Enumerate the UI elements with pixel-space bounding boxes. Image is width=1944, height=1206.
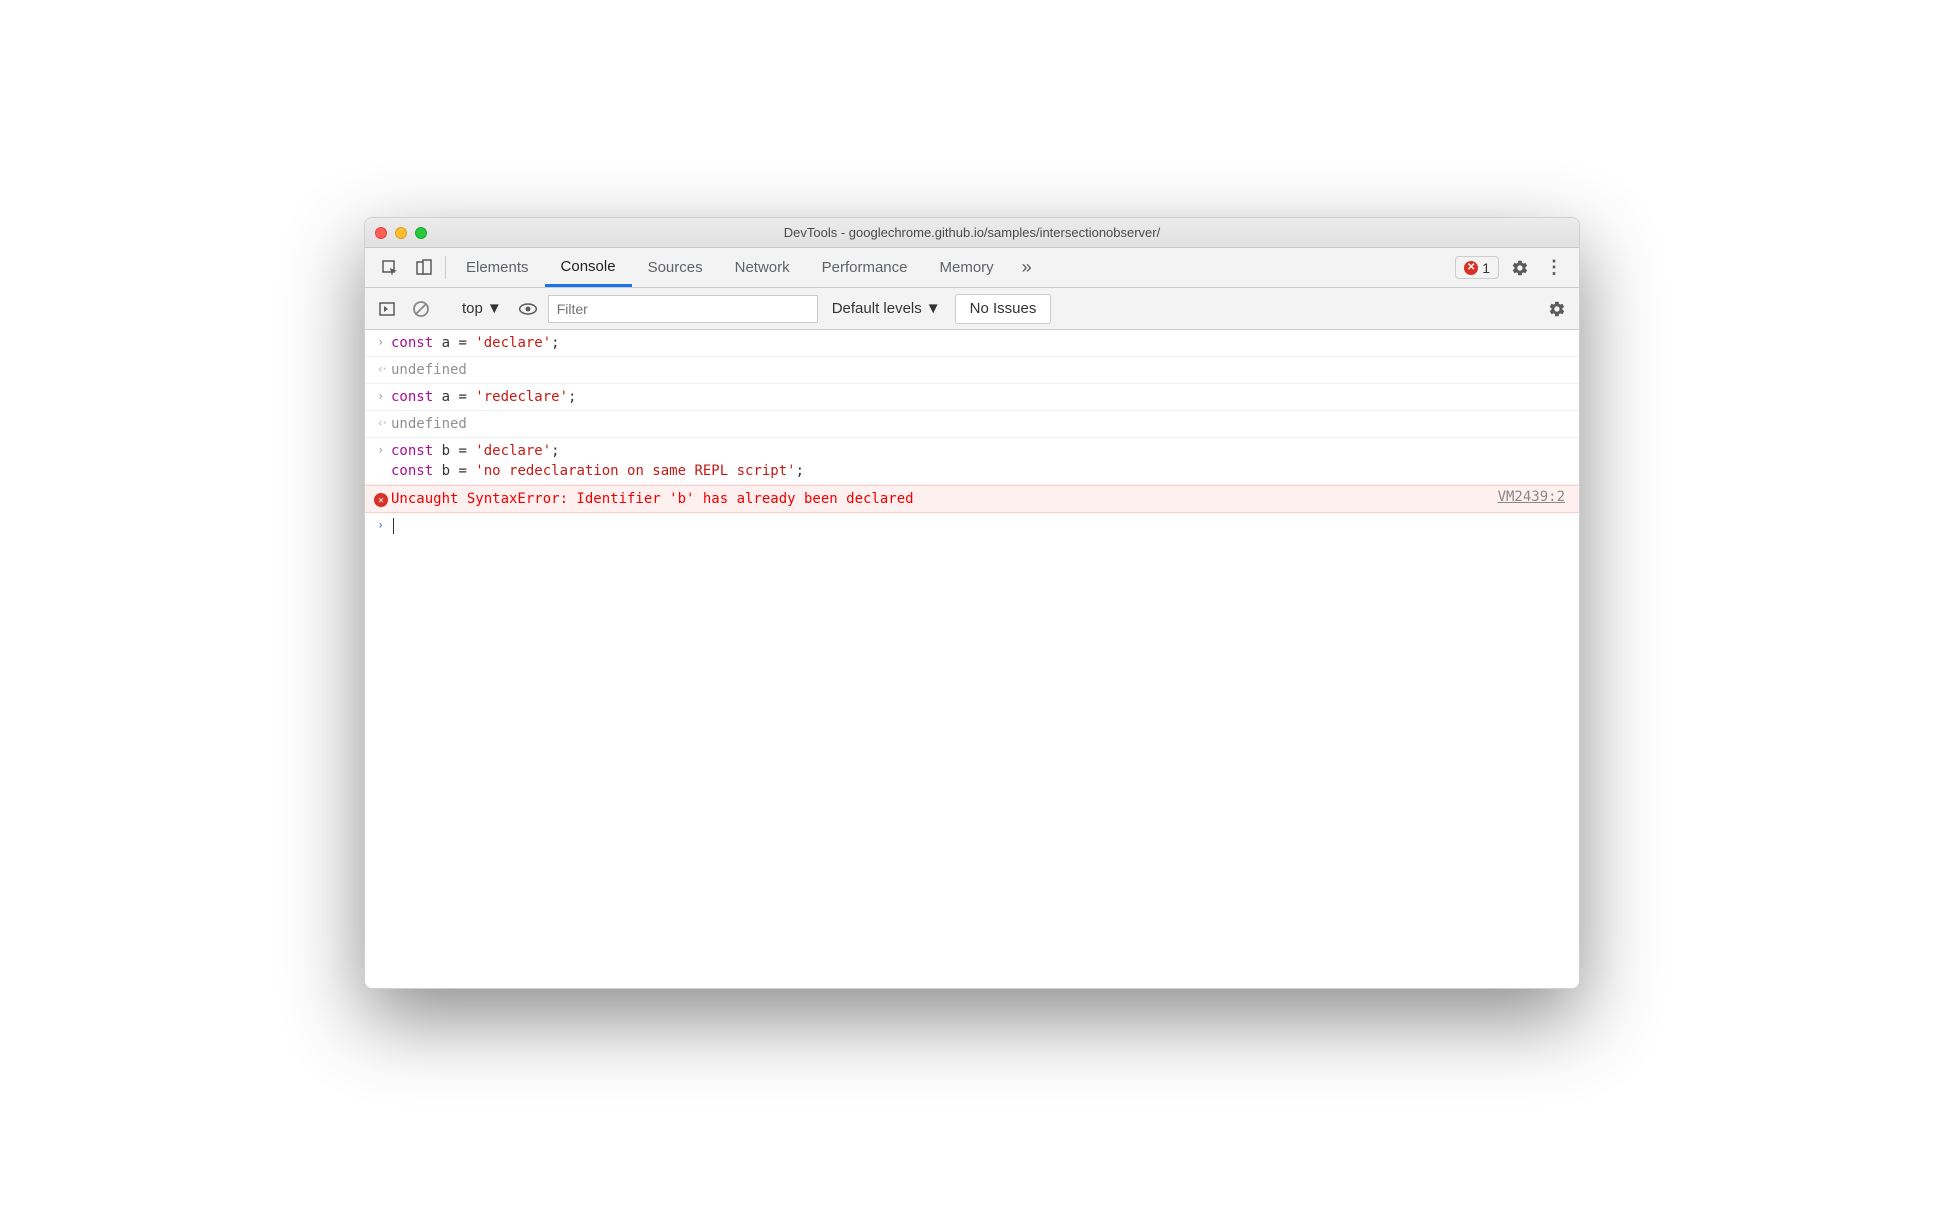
row-content: undefined [391,414,1569,434]
panel-tabbar: ElementsConsoleSourcesNetworkPerformance… [365,248,1579,288]
devtools-window: DevTools - googlechrome.github.io/sample… [364,217,1580,989]
levels-value: Default levels [832,300,922,317]
output-chevron-icon [377,362,385,376]
live-expression-icon[interactable] [514,295,542,323]
console-row-input: const b = 'declare'; const b = 'no redec… [365,438,1579,485]
error-count: 1 [1482,260,1490,276]
device-toolbar-icon[interactable] [407,248,441,287]
filter-input[interactable] [548,295,818,323]
output-chevron-icon [377,416,385,430]
console-row-output: undefined [365,411,1579,438]
issues-button[interactable]: No Issues [955,294,1052,324]
chevron-down-icon: ▼ [487,300,502,317]
prompt-chevron-icon [377,518,384,532]
errors-badge[interactable]: ✕ 1 [1455,256,1499,279]
row-content: const a = 'redeclare'; [391,387,1569,407]
separator [445,256,446,279]
input-chevron-icon [377,443,384,457]
chevron-down-icon: ▼ [926,300,941,317]
zoom-window-button[interactable] [415,227,427,239]
tab-console[interactable]: Console [545,248,632,287]
console-output[interactable]: const a = 'declare'; undefined const a = '… [365,330,1579,988]
error-source-link[interactable]: VM2439:2 [1498,489,1569,505]
more-menu-icon[interactable]: ⋮ [1537,248,1571,287]
input-chevron-icon [377,335,384,349]
tab-sources[interactable]: Sources [632,248,719,287]
row-content [391,516,1569,536]
clear-console-icon[interactable] [407,295,435,323]
window-title: DevTools - googlechrome.github.io/sample… [365,225,1579,240]
tab-network[interactable]: Network [719,248,806,287]
close-window-button[interactable] [375,227,387,239]
row-content: const b = 'declare'; const b = 'no redec… [391,441,1569,481]
execution-context-selector[interactable]: top ▼ [456,300,508,317]
input-chevron-icon [377,389,384,403]
tab-elements[interactable]: Elements [450,248,545,287]
context-value: top [462,300,483,317]
log-levels-selector[interactable]: Default levels ▼ [824,300,949,317]
console-row-input: const a = 'declare'; [365,330,1579,357]
settings-icon[interactable] [1503,248,1537,287]
row-content: undefined [391,360,1569,380]
tab-performance[interactable]: Performance [806,248,924,287]
console-toolbar: top ▼ Default levels ▼ No Issues [365,288,1579,330]
error-icon: ✕ [1464,261,1478,275]
row-content: const a = 'declare'; [391,333,1569,353]
panel-tabs: ElementsConsoleSourcesNetworkPerformance… [450,248,1010,287]
row-content: Uncaught SyntaxError: Identifier 'b' has… [391,489,1498,509]
console-row-error: ✕Uncaught SyntaxError: Identifier 'b' ha… [365,485,1579,513]
error-icon: ✕ [374,493,388,507]
titlebar: DevTools - googlechrome.github.io/sample… [365,218,1579,248]
console-row-input: const a = 'redeclare'; [365,384,1579,411]
inspect-element-icon[interactable] [373,248,407,287]
console-row-output: undefined [365,357,1579,384]
window-controls [375,227,427,239]
issues-label: No Issues [970,300,1037,317]
minimize-window-button[interactable] [395,227,407,239]
console-sidebar-toggle-icon[interactable] [373,295,401,323]
console-settings-icon[interactable] [1543,295,1571,323]
tab-memory[interactable]: Memory [924,248,1010,287]
console-row-prompt [365,513,1579,539]
more-tabs-icon[interactable]: » [1010,248,1044,287]
